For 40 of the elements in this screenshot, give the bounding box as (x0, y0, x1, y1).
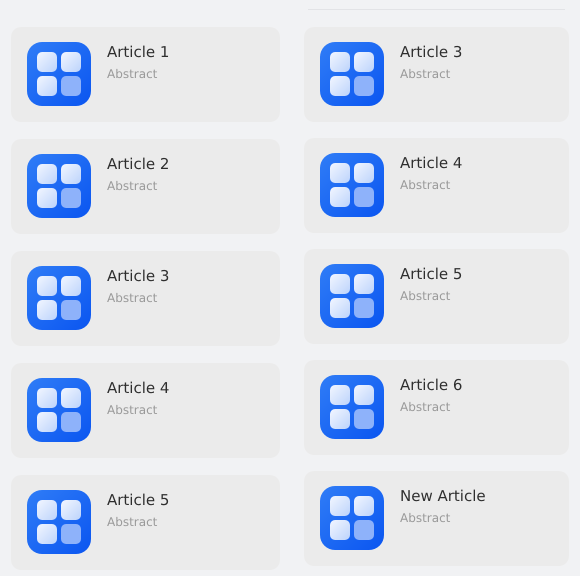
article-card[interactable]: New Article Abstract (304, 471, 569, 566)
app-grid-icon (320, 153, 384, 217)
app-grid-icon (27, 378, 91, 442)
article-title: Article 3 (107, 266, 170, 286)
article-title: Article 4 (400, 153, 462, 173)
article-abstract: Abstract (400, 510, 450, 526)
article-card[interactable]: Article 3 Abstract (304, 27, 569, 122)
article-abstract: Abstract (107, 178, 158, 194)
article-abstract: Abstract (107, 514, 158, 530)
article-title: Article 4 (107, 378, 170, 398)
article-card[interactable]: Article 6 Abstract (304, 360, 569, 455)
article-card[interactable]: Article 1 Abstract (11, 27, 280, 122)
app-grid-icon (320, 42, 384, 106)
article-card[interactable]: Article 4 Abstract (304, 138, 569, 233)
article-card[interactable]: Article 3 Abstract (11, 251, 280, 346)
article-title: Article 6 (400, 375, 462, 395)
article-abstract: Abstract (400, 288, 450, 304)
article-abstract: Abstract (107, 290, 158, 306)
app-grid-icon (320, 264, 384, 328)
article-card[interactable]: Article 4 Abstract (11, 363, 280, 458)
article-card[interactable]: Article 5 Abstract (11, 475, 280, 570)
app-grid-icon (320, 486, 384, 550)
app-grid-icon (27, 42, 91, 106)
article-title: Article 3 (400, 42, 462, 62)
article-title: Article 5 (400, 264, 462, 284)
app-grid-icon (27, 266, 91, 330)
app-grid-icon (27, 490, 91, 554)
article-title: Article 5 (107, 490, 170, 510)
article-title: New Article (400, 486, 486, 506)
article-abstract: Abstract (400, 399, 450, 415)
article-abstract: Abstract (107, 402, 158, 418)
article-card[interactable]: Article 2 Abstract (11, 139, 280, 234)
article-abstract: Abstract (107, 66, 158, 82)
article-abstract: Abstract (400, 66, 450, 82)
article-title: Article 2 (107, 154, 170, 174)
app-grid-icon (320, 375, 384, 439)
article-title: Article 1 (107, 42, 170, 62)
app-grid-icon (27, 154, 91, 218)
article-card[interactable]: Article 5 Abstract (304, 249, 569, 344)
article-abstract: Abstract (400, 177, 450, 193)
